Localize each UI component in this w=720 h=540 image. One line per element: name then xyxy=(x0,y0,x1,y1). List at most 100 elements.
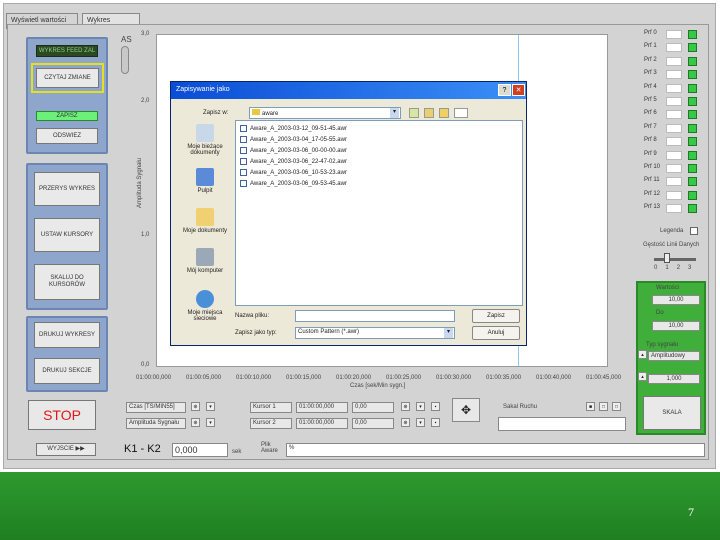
close-icon[interactable]: ✕ xyxy=(512,84,525,96)
cursor1-lock-icon[interactable]: ▪ xyxy=(431,402,440,411)
place-desktop[interactable]: Pulpit xyxy=(177,168,233,208)
from-field[interactable]: 10,00 xyxy=(652,295,700,305)
file-item[interactable]: Aware_A_2003-03-06_22-47-02.awr xyxy=(240,158,347,168)
redraw-chart-button[interactable]: PRZERYS WYKRES xyxy=(34,172,100,206)
legend-visibility-led[interactable] xyxy=(688,137,697,147)
file-path-field[interactable]: % xyxy=(286,443,705,457)
legend-visibility-led[interactable] xyxy=(688,43,697,53)
place-network[interactable]: Moje miejsca sieciowe xyxy=(177,290,233,330)
signal-type-stepper[interactable]: ▴ xyxy=(638,350,647,359)
legend-line-sample[interactable] xyxy=(666,30,682,39)
new-folder-icon[interactable] xyxy=(439,108,449,118)
y-scroll-knob[interactable] xyxy=(121,46,129,74)
folder-icon xyxy=(252,109,260,115)
legend-visibility-led[interactable] xyxy=(688,56,697,66)
to-field[interactable]: 10,00 xyxy=(652,321,700,331)
legend-visibility-led[interactable] xyxy=(688,30,697,39)
up-folder-icon[interactable] xyxy=(424,108,434,118)
file-item[interactable]: Aware_A_2003-03-06_09-53-45.awr xyxy=(240,180,347,190)
num-field[interactable]: 1,000 xyxy=(648,374,700,384)
set-cursors-button[interactable]: USTAW KURSORY xyxy=(34,218,100,252)
cursor-ctrl-btn-1[interactable]: ■ xyxy=(586,402,595,411)
legend-visibility-led[interactable] xyxy=(688,164,697,173)
legend-visibility-led[interactable] xyxy=(688,204,697,214)
legend-visibility-led[interactable] xyxy=(688,150,697,160)
cursor2-value[interactable]: 0,00 xyxy=(352,418,394,429)
cursor-ctrl-btn-3[interactable]: □ xyxy=(612,402,621,411)
filename-input[interactable] xyxy=(295,310,455,322)
file-item[interactable]: Aware_A_2003-03-04_17-05-55.awr xyxy=(240,136,347,146)
chevron-down-icon[interactable]: ▾ xyxy=(444,328,453,338)
read-change-button[interactable]: CZYTAJ ZMIANE xyxy=(36,68,99,88)
legend-item-label: Prf 5 xyxy=(644,97,657,103)
chevron-down-icon[interactable]: ▾ xyxy=(390,108,399,118)
refresh-button[interactable]: ODSWIEZ xyxy=(36,128,98,144)
x-pan-icon[interactable]: ▾ xyxy=(206,402,215,411)
legend-line-sample[interactable] xyxy=(666,97,682,106)
x-tick-label: 01:00:40,000 xyxy=(536,375,572,381)
y-zoom-icon[interactable]: ⊕ xyxy=(191,418,200,427)
legend-line-sample[interactable] xyxy=(666,123,682,133)
num-stepper[interactable]: ▴ xyxy=(638,372,647,381)
cursor1-time[interactable]: 01:00:00,000 xyxy=(296,402,348,413)
legend-line-sample[interactable] xyxy=(666,56,682,66)
legend-line-sample[interactable] xyxy=(666,110,682,120)
cursor2-move-icon[interactable]: ⊕ xyxy=(401,418,410,427)
look-in-select[interactable]: aware ▾ xyxy=(249,107,401,119)
cursor2-lock-icon[interactable]: ▪ xyxy=(431,418,440,427)
look-in-label: Zapisz w: xyxy=(203,110,229,116)
save-button[interactable]: Zapisz xyxy=(472,309,520,323)
cursor1-menu-icon[interactable]: ▾ xyxy=(416,402,425,411)
scale-to-cursors-button[interactable]: SKALUJ DO KURSORÓW xyxy=(34,264,100,300)
sek-label: sek xyxy=(232,449,242,455)
view-menu-icon[interactable] xyxy=(454,108,468,118)
x-zoom-icon[interactable]: ⊕ xyxy=(191,402,200,411)
scale-button[interactable]: SKALA xyxy=(643,396,701,430)
cursor1-value[interactable]: 0,00 xyxy=(352,402,394,413)
filetype-select[interactable]: Custom Pattern (*.awr) ▾ xyxy=(295,327,455,339)
place-recent[interactable]: Moje bieżące dokumenty xyxy=(177,124,233,164)
legend-visibility-led[interactable] xyxy=(688,83,697,93)
x-axis-control[interactable]: Czas [TS/MIN55] xyxy=(126,402,186,413)
help-icon[interactable]: ? xyxy=(498,84,511,96)
y-pan-icon[interactable]: ▾ xyxy=(206,418,215,427)
back-icon[interactable] xyxy=(409,108,419,118)
legend-visibility-led[interactable] xyxy=(688,70,697,80)
file-list[interactable]: Aware_A_2003-03-12_09-51-45.awr Aware_A_… xyxy=(235,120,523,306)
legend-line-sample[interactable] xyxy=(666,70,682,80)
legend-checkbox[interactable] xyxy=(690,227,698,235)
save-led-button[interactable]: ZAPISZ xyxy=(36,111,98,121)
signal-type-field[interactable]: Amplitudowy xyxy=(648,351,700,361)
cursor-ctrl-btn-2[interactable]: □ xyxy=(599,402,608,411)
cursor-navigator-icon[interactable]: ✥ xyxy=(452,398,480,422)
legend-visibility-led[interactable] xyxy=(688,190,697,200)
legend-line-sample[interactable] xyxy=(666,204,682,214)
print-section-button[interactable]: DRUKUJ SEKCJE xyxy=(34,358,100,384)
legend-visibility-led[interactable] xyxy=(688,123,697,133)
density-slider-thumb[interactable] xyxy=(664,253,670,263)
legend-visibility-led[interactable] xyxy=(688,110,697,120)
print-charts-button[interactable]: DRUKUJ WYKRESY xyxy=(34,322,100,348)
legend-line-sample[interactable] xyxy=(666,83,682,93)
place-computer[interactable]: Mój komputer xyxy=(177,248,233,288)
legend-line-sample[interactable] xyxy=(666,164,682,173)
legend-visibility-led[interactable] xyxy=(688,177,697,187)
cursor2-menu-icon[interactable]: ▾ xyxy=(416,418,425,427)
legend-line-sample[interactable] xyxy=(666,177,682,187)
cursor1-move-icon[interactable]: ⊕ xyxy=(401,402,410,411)
legend-line-sample[interactable] xyxy=(666,150,682,160)
file-item[interactable]: Aware_A_2003-03-06_00-00-00.awr xyxy=(240,147,347,157)
stop-button[interactable]: STOP xyxy=(28,400,96,430)
file-item[interactable]: Aware_A_2003-03-06_10-53-23.awr xyxy=(240,169,347,179)
legend-line-sample[interactable] xyxy=(666,137,682,147)
legend-visibility-led[interactable] xyxy=(688,97,697,106)
y-axis-control[interactable]: Amplituda Sygnału xyxy=(126,418,186,429)
legend-line-sample[interactable] xyxy=(666,190,682,200)
exit-button[interactable]: WYJSCIE ▶▶ xyxy=(36,443,96,456)
place-documents[interactable]: Moje dokumenty xyxy=(177,208,233,248)
cursor2-time[interactable]: 01:00:00,000 xyxy=(296,418,348,429)
legend-line-sample[interactable] xyxy=(666,43,682,53)
file-item[interactable]: Aware_A_2003-03-12_09-51-45.awr xyxy=(240,125,347,135)
cancel-button[interactable]: Anuluj xyxy=(472,326,520,340)
legend-item-label: Prf 9 xyxy=(644,150,657,157)
